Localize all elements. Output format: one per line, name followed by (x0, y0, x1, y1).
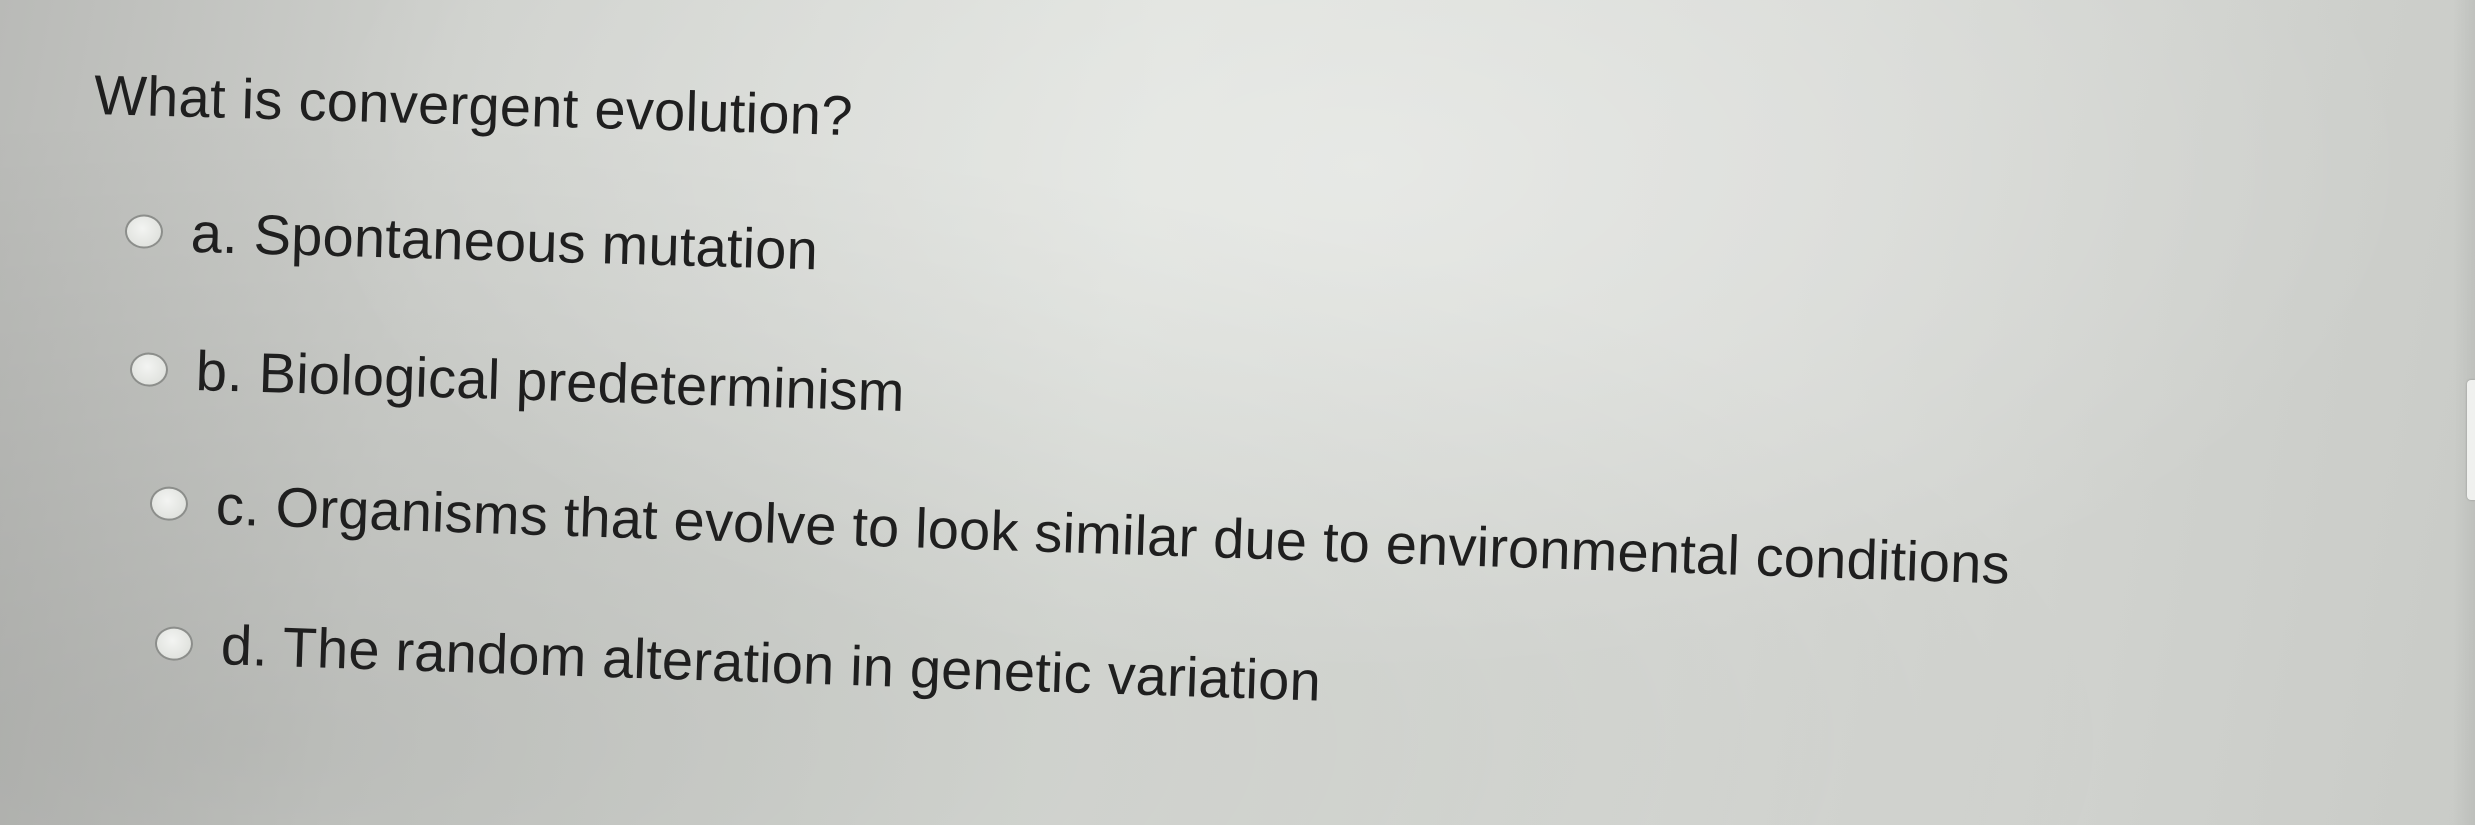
radio-button-icon[interactable] (129, 351, 169, 387)
option-c-label: c. Organisms that evolve to look similar… (214, 473, 2011, 596)
option-a[interactable]: a. Spontaneous mutation (124, 198, 819, 282)
option-d-label: d. The random alteration in genetic vari… (219, 613, 1323, 713)
scrollbar-thumb[interactable] (2467, 380, 2475, 500)
option-c[interactable]: c. Organisms that evolve to look similar… (149, 470, 2011, 597)
radio-button-icon[interactable] (154, 625, 194, 661)
option-b-label: b. Biological predeterminism (195, 338, 906, 423)
option-a-label: a. Spontaneous mutation (190, 200, 819, 282)
option-d[interactable]: d. The random alteration in genetic vari… (154, 610, 1322, 714)
question-text: What is convergent evolution? (93, 62, 854, 148)
radio-button-icon[interactable] (124, 213, 164, 249)
option-b[interactable]: b. Biological predeterminism (129, 336, 906, 424)
radio-button-icon[interactable] (149, 485, 189, 521)
